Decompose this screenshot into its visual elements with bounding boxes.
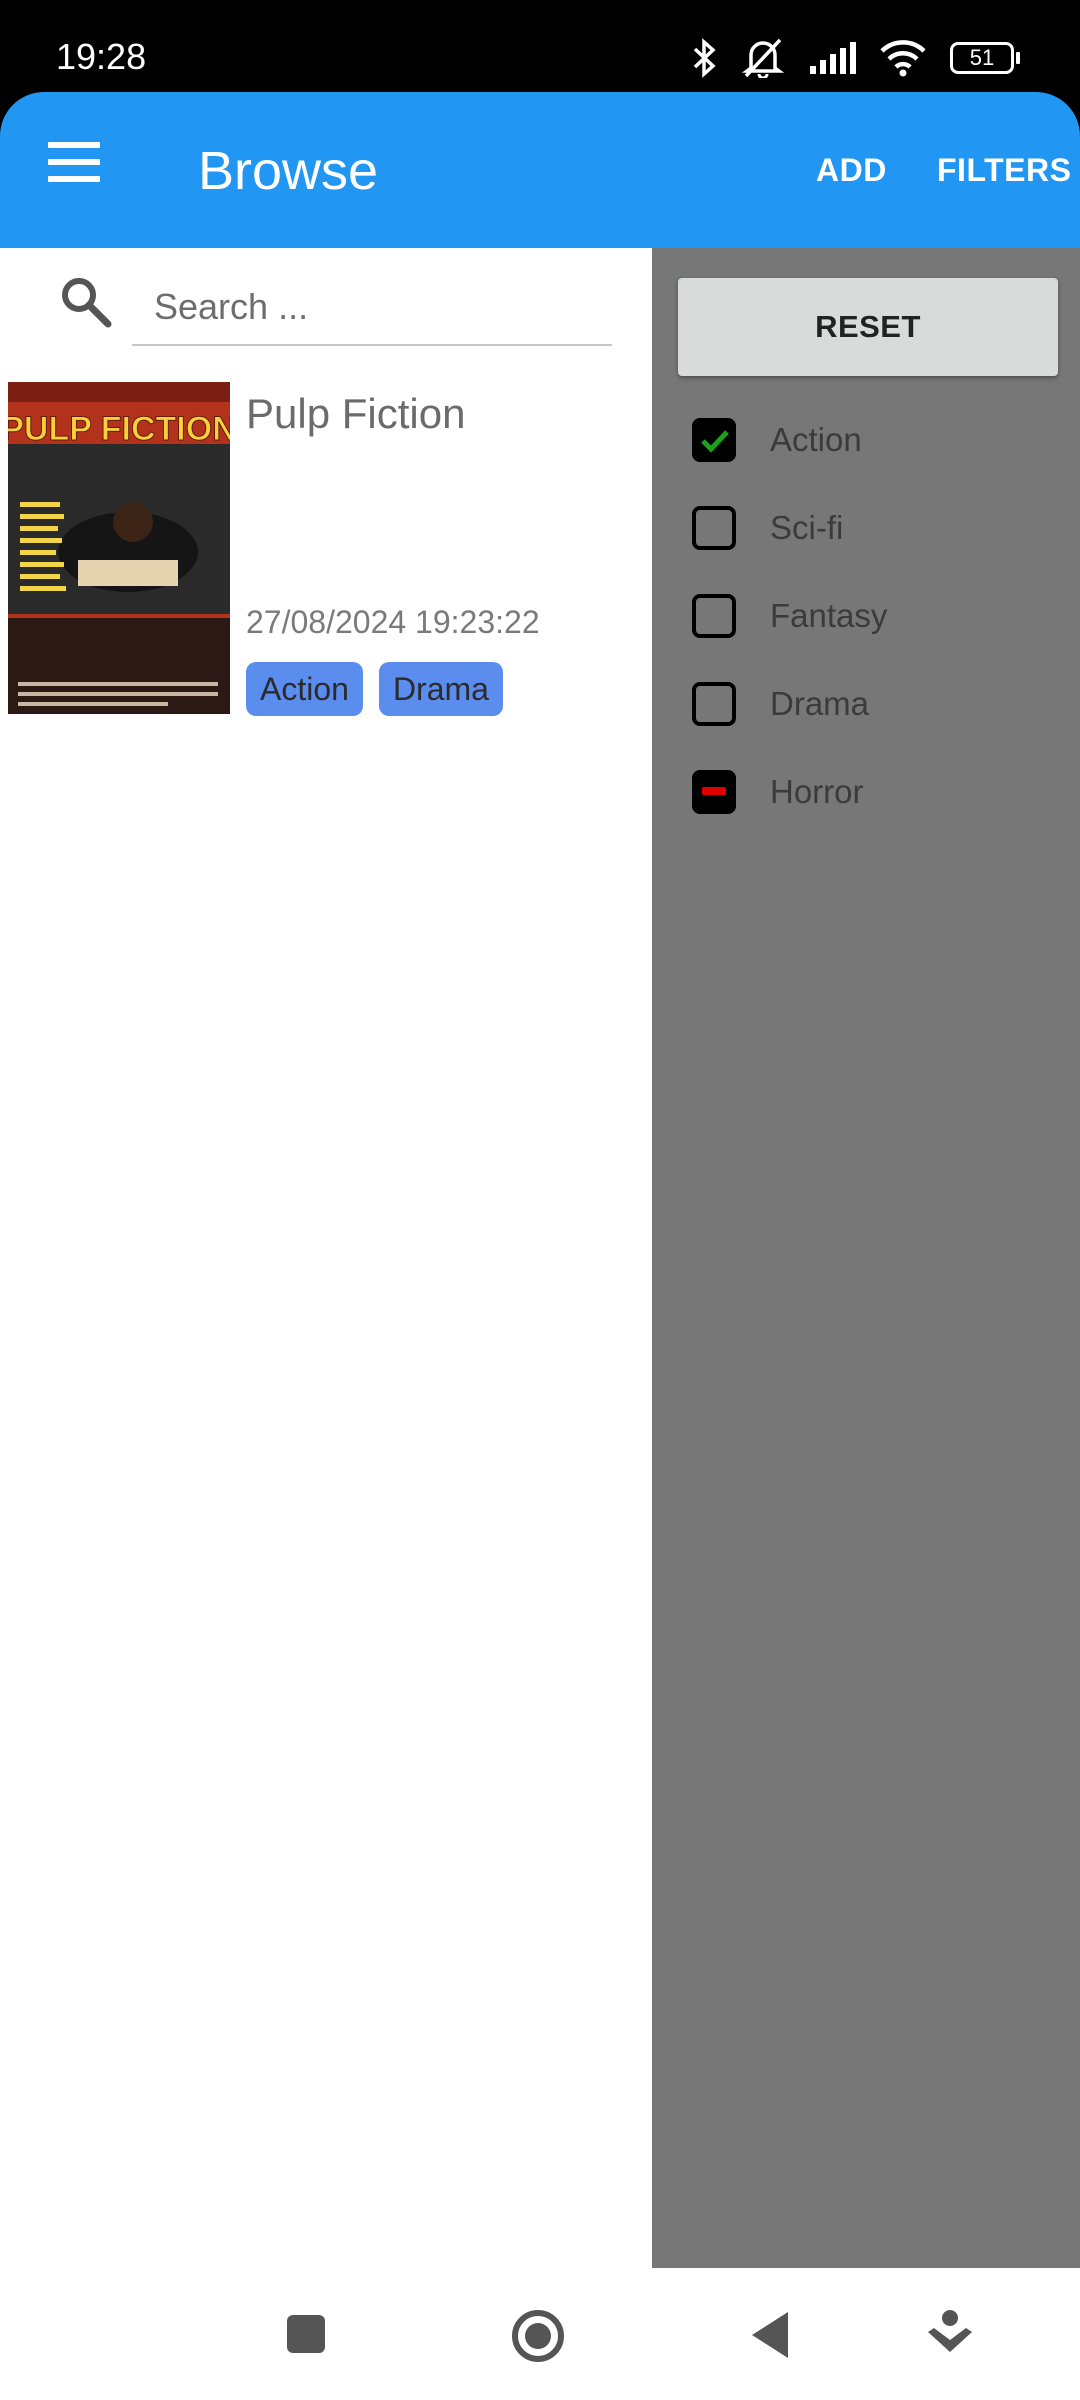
movie-poster: PULP FICTION [8,382,230,714]
filter-label: Sci-fi [770,509,844,546]
menu-icon[interactable] [48,142,104,186]
filter-item-sci-fi[interactable]: Sci-fi [680,506,1060,594]
search-input[interactable] [132,270,612,346]
wifi-icon [880,40,926,77]
home-icon[interactable] [510,2308,566,2364]
filter-label: Horror [770,773,864,810]
status-icons: 51 [692,38,1020,78]
checkbox-unchecked[interactable] [692,682,736,726]
bluetooth-icon [693,38,716,78]
filter-item-action[interactable]: Action [680,418,1060,506]
recents-icon[interactable] [286,2314,326,2354]
filter-item-horror[interactable]: Horror [680,770,1060,858]
movie-title: Pulp Fiction [246,390,466,437]
filters-button[interactable]: FILTERS [937,152,1071,189]
checkbox-excluded[interactable] [692,770,736,814]
filter-list: Action Sci-fi Fantasy Drama Horror [680,418,1060,858]
checkbox-checked[interactable] [692,418,736,462]
navigation-bar [0,2268,1080,2400]
status-time: 19:28 [56,36,147,77]
signal-icon [810,42,856,74]
back-icon[interactable] [750,2310,790,2360]
movie-tags: Action Drama [246,662,503,716]
poster-title: PULP FICTION [8,410,230,448]
battery-level: 51 [969,45,995,70]
movie-date: 27/08/2024 19:23:22 [246,604,540,640]
assistant-icon[interactable] [926,2308,974,2364]
add-button[interactable]: ADD [816,152,887,189]
checkmark-icon [701,430,729,453]
page-title: Browse [198,141,379,201]
list-item[interactable]: PULP FICTION Pulp Fiction 27/08/2024 19:… [8,382,648,716]
filter-label: Drama [770,685,870,722]
reset-button[interactable]: RESET [678,278,1058,376]
tag-chip[interactable]: Drama [378,662,503,716]
app-bar: Browse ADD FILTERS [0,92,1080,248]
tag-chip[interactable]: Action [246,662,363,716]
search-icon [62,278,112,328]
filter-item-drama[interactable]: Drama [680,682,1060,770]
silent-bell-icon [742,38,784,78]
checkbox-unchecked[interactable] [692,594,736,638]
filter-label: Action [770,421,862,458]
exclude-dash-icon [702,787,726,795]
status-bar: 19:28 51 [0,0,1080,100]
filter-drawer: RESET Action Sci-fi Fantasy Drama Horror [652,248,1080,2268]
filter-label: Fantasy [770,597,888,634]
battery-icon: 51 [950,42,1020,74]
filter-item-fantasy[interactable]: Fantasy [680,594,1060,682]
checkbox-unchecked[interactable] [692,506,736,550]
browse-list: PULP FICTION Pulp Fiction 27/08/2024 19:… [0,248,652,2268]
